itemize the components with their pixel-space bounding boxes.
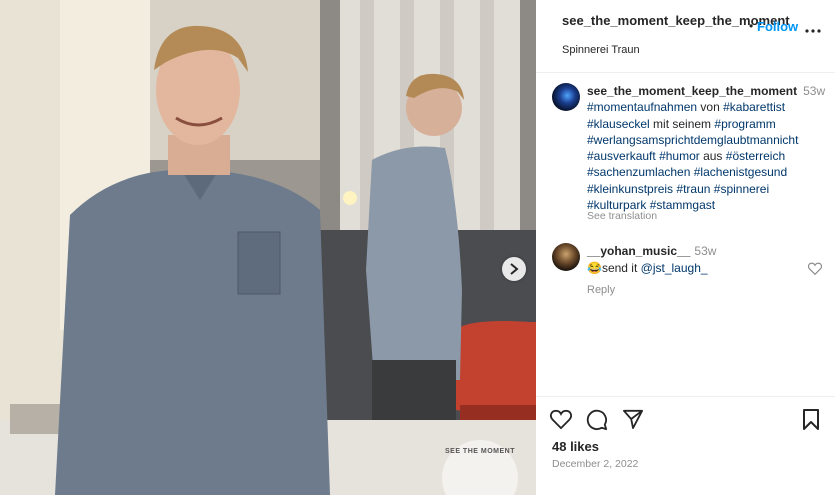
more-options-icon: [805, 29, 821, 33]
photo-illustration: [0, 0, 536, 495]
hashtag-link[interactable]: #österreich: [726, 149, 785, 163]
caption-text-segment: mit seinem: [649, 116, 715, 131]
hashtag-link[interactable]: #kabarettist: [723, 100, 785, 114]
hashtag-link[interactable]: #klauseckel: [587, 117, 650, 131]
hashtag-link[interactable]: #programm: [714, 117, 775, 131]
heart-icon: [550, 409, 572, 430]
chevron-right-icon: [510, 263, 519, 275]
hashtag-link[interactable]: #ausverkauft: [587, 149, 656, 163]
caption-text: #momentaufnahmen von #kabarettist #klaus…: [587, 100, 798, 212]
caption-avatar[interactable]: [552, 83, 580, 111]
hashtag-link[interactable]: #kleinkunstpreis: [587, 182, 673, 196]
save-button[interactable]: [802, 409, 820, 435]
post-actions: 48 likes December 2, 2022: [536, 396, 835, 496]
caption-username[interactable]: see_the_moment_keep_the_moment: [587, 84, 797, 98]
likes-count[interactable]: 48 likes: [552, 439, 599, 454]
reply-link[interactable]: Reply: [587, 284, 615, 296]
comment-like-button[interactable]: [807, 262, 823, 280]
bookmark-icon: [803, 409, 819, 430]
share-button[interactable]: [622, 409, 644, 434]
post-sidebar: see_the_moment_keep_the_moment Spinnerei…: [536, 0, 835, 495]
hashtag-link[interactable]: #humor: [659, 149, 700, 163]
hashtag-link[interactable]: #sachenzumlachen: [587, 165, 690, 179]
comment-icon: [586, 409, 608, 431]
comment-button[interactable]: [586, 409, 608, 436]
like-button[interactable]: [550, 409, 572, 434]
comment-time: 53w: [694, 244, 717, 258]
caption-text-segment: aus: [699, 149, 726, 164]
hashtag-link[interactable]: #lachenistgesund: [694, 165, 787, 179]
heart-icon: [807, 262, 823, 276]
comment-avatar[interactable]: [552, 243, 580, 271]
hashtag-link[interactable]: #traun: [676, 182, 710, 196]
watermark-logo: SEE THE MOMENT: [442, 440, 518, 495]
post-photo: SEE THE MOMENT: [0, 0, 536, 495]
more-options-button[interactable]: [805, 20, 821, 38]
comment-item: __yohan_music__ 53w 😂send it @jst_laugh_: [587, 243, 807, 277]
hashtag-link[interactable]: #werlangsamsprichtdemglaubtmannicht: [587, 133, 798, 147]
caption-text-segment: von: [697, 100, 724, 115]
post-date: December 2, 2022: [552, 458, 639, 470]
post-header: see_the_moment_keep_the_moment Spinnerei…: [536, 0, 835, 73]
comment-mention[interactable]: @jst_laugh_: [641, 261, 708, 275]
see-translation-link[interactable]: See translation: [587, 210, 657, 222]
hashtag-link[interactable]: #spinnerei: [714, 182, 769, 196]
watermark-text: SEE THE MOMENT: [444, 448, 515, 455]
follow-button[interactable]: Follow: [757, 19, 798, 34]
post-author-username[interactable]: see_the_moment_keep_the_moment: [562, 12, 790, 30]
post-caption: see_the_moment_keep_the_moment 53w #momen…: [587, 83, 827, 213]
post-location[interactable]: Spinnerei Traun: [562, 44, 640, 56]
next-image-button[interactable]: [502, 257, 526, 281]
hashtag-link[interactable]: #momentaufnahmen: [587, 100, 697, 114]
comment-emoji: 😂: [587, 261, 602, 275]
separator-dot: •: [749, 19, 754, 33]
comment-text: send it: [601, 261, 641, 275]
caption-time: 53w: [803, 84, 826, 98]
hashtag-link[interactable]: #stammgast: [650, 198, 715, 212]
comment-username[interactable]: __yohan_music__: [587, 244, 690, 258]
share-icon: [623, 409, 643, 429]
